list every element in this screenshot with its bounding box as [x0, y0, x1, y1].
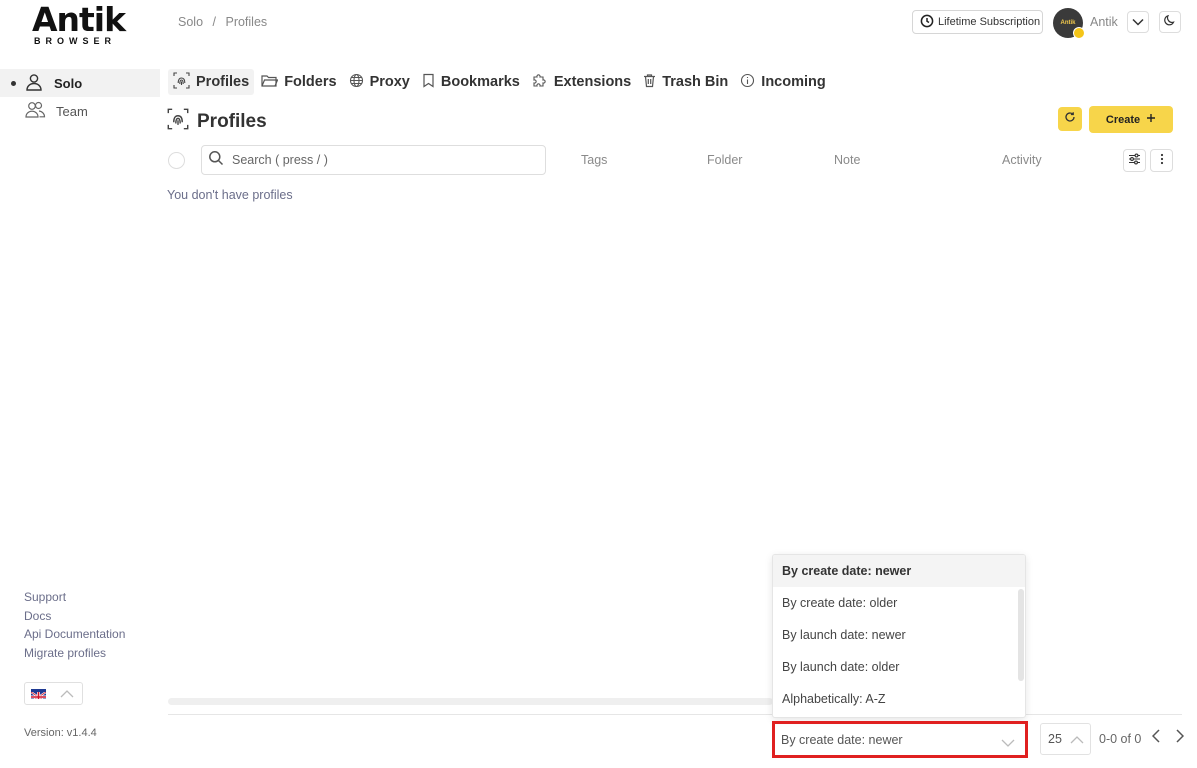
tab-proxy[interactable]: Proxy [344, 69, 415, 95]
uk-flag-icon [31, 688, 46, 699]
sort-selected-value: By create date: newer [781, 732, 903, 747]
fingerprint-icon [167, 108, 189, 136]
tab-profiles[interactable]: Profiles [168, 69, 255, 95]
users-icon [24, 100, 56, 123]
column-header-activity: Activity [1002, 153, 1042, 167]
fingerprint-icon [173, 71, 190, 93]
sidebar-item-team[interactable]: Team [0, 97, 160, 125]
horizontal-scrollbar[interactable] [168, 698, 773, 705]
sort-option[interactable]: By launch date: newer [773, 619, 1025, 651]
subscription-label: Lifetime Subscription [938, 16, 1041, 28]
chevron-down-icon [1132, 13, 1144, 31]
account-menu-button[interactable] [1127, 11, 1149, 33]
chevron-left-icon [1151, 728, 1160, 748]
search-input[interactable] [232, 153, 532, 167]
theme-toggle-button[interactable] [1159, 11, 1181, 33]
chevron-up-icon [60, 685, 74, 703]
sort-select[interactable]: By create date: newer [772, 721, 1028, 758]
create-label: Create [1105, 113, 1141, 126]
sort-option[interactable]: Alphabetically: A-Z [773, 683, 1025, 715]
select-all-checkbox[interactable] [168, 152, 185, 169]
tab-label: Folders [284, 74, 337, 90]
sort-option[interactable]: By create date: older [773, 587, 1025, 619]
per-page-select[interactable]: 25 [1040, 723, 1091, 755]
column-header-note: Note [834, 153, 861, 167]
dropdown-scrollbar[interactable] [1018, 589, 1024, 681]
tab-extensions[interactable]: Extensions [527, 69, 636, 95]
footer-divider [168, 714, 1182, 715]
refresh-icon [1064, 110, 1076, 128]
version-text: Version: v1.4.4 [24, 727, 97, 739]
docs-link[interactable]: Docs [24, 607, 125, 626]
sidebar-links: Support Docs Api Documentation Migrate p… [24, 588, 125, 662]
avatar-text: Antik [1060, 20, 1076, 26]
refresh-button[interactable] [1058, 107, 1082, 131]
sidebar-nav: Solo Team [0, 69, 160, 125]
folder-icon [261, 73, 279, 92]
user-icon [24, 72, 54, 95]
trash-icon [643, 73, 656, 92]
main-tabs: Profiles Folders Proxy Bookmarks Extensi… [168, 69, 833, 95]
tab-label: Extensions [553, 74, 632, 90]
tab-label: Bookmarks [440, 74, 520, 90]
puzzle-icon [532, 72, 548, 92]
sliders-icon [1128, 152, 1141, 170]
sidebar-item-label: Solo [54, 75, 83, 91]
tab-folders[interactable]: Folders [256, 69, 341, 95]
globe-icon [349, 73, 364, 92]
moon-icon [1164, 13, 1176, 31]
next-page-button[interactable] [1172, 728, 1188, 748]
sort-dropdown-menu: By create date: newer By create date: ol… [772, 554, 1026, 718]
logo-sub: BROWSER [34, 36, 116, 46]
tab-incoming[interactable]: Incoming [735, 69, 830, 95]
migrate-profiles-link[interactable]: Migrate profiles [24, 644, 125, 663]
tab-bookmarks[interactable]: Bookmarks [417, 69, 525, 95]
tab-label: Proxy [369, 74, 410, 90]
chevron-up-icon [1070, 733, 1084, 747]
plus-icon [1146, 113, 1156, 126]
page-title-text: Profiles [197, 111, 267, 132]
search-box[interactable] [201, 145, 546, 175]
tab-label: Profiles [196, 74, 250, 90]
bookmark-icon [422, 73, 435, 92]
sort-option[interactable]: By create date: newer [773, 555, 1025, 587]
search-icon [208, 150, 224, 171]
sidebar-item-label: Team [56, 103, 88, 119]
premium-star-icon [1073, 27, 1085, 39]
per-page-value: 25 [1048, 732, 1062, 746]
username: Antik [1090, 15, 1118, 29]
api-documentation-link[interactable]: Api Documentation [24, 625, 125, 644]
clock-icon [920, 14, 934, 31]
lifetime-subscription-button[interactable]: Lifetime Subscription [912, 10, 1043, 34]
create-button[interactable]: Create [1089, 106, 1173, 133]
logo-word: Antik [32, 0, 126, 39]
more-options-button[interactable] [1150, 149, 1173, 172]
chevron-down-icon [1001, 736, 1015, 750]
breadcrumb-current: Profiles [225, 15, 268, 29]
page-title: Profiles [167, 108, 267, 136]
empty-state-message: You don't have profiles [167, 188, 293, 202]
chevron-right-icon [1176, 728, 1185, 748]
column-header-folder: Folder [707, 153, 743, 167]
tab-trash-bin[interactable]: Trash Bin [638, 69, 733, 95]
pagination-info: 0-0 of 0 [1099, 732, 1142, 746]
kebab-menu-icon [1160, 152, 1164, 170]
info-icon [740, 73, 755, 92]
tab-label: Trash Bin [662, 74, 729, 90]
active-dot [11, 81, 16, 86]
breadcrumb-root[interactable]: Solo [178, 15, 203, 29]
column-settings-button[interactable] [1123, 149, 1146, 172]
prev-page-button[interactable] [1148, 728, 1164, 748]
antik-logo: Antik BROWSER [30, 0, 130, 48]
sidebar-item-solo[interactable]: Solo [0, 69, 160, 97]
tab-label: Incoming [761, 74, 826, 90]
sort-option[interactable]: By launch date: older [773, 651, 1025, 683]
breadcrumb-separator: / [212, 15, 216, 29]
breadcrumb: Solo / Profiles [178, 15, 273, 29]
support-link[interactable]: Support [24, 588, 125, 607]
language-select[interactable] [24, 682, 83, 705]
column-header-tags: Tags [581, 153, 608, 167]
avatar[interactable]: Antik [1053, 8, 1085, 39]
